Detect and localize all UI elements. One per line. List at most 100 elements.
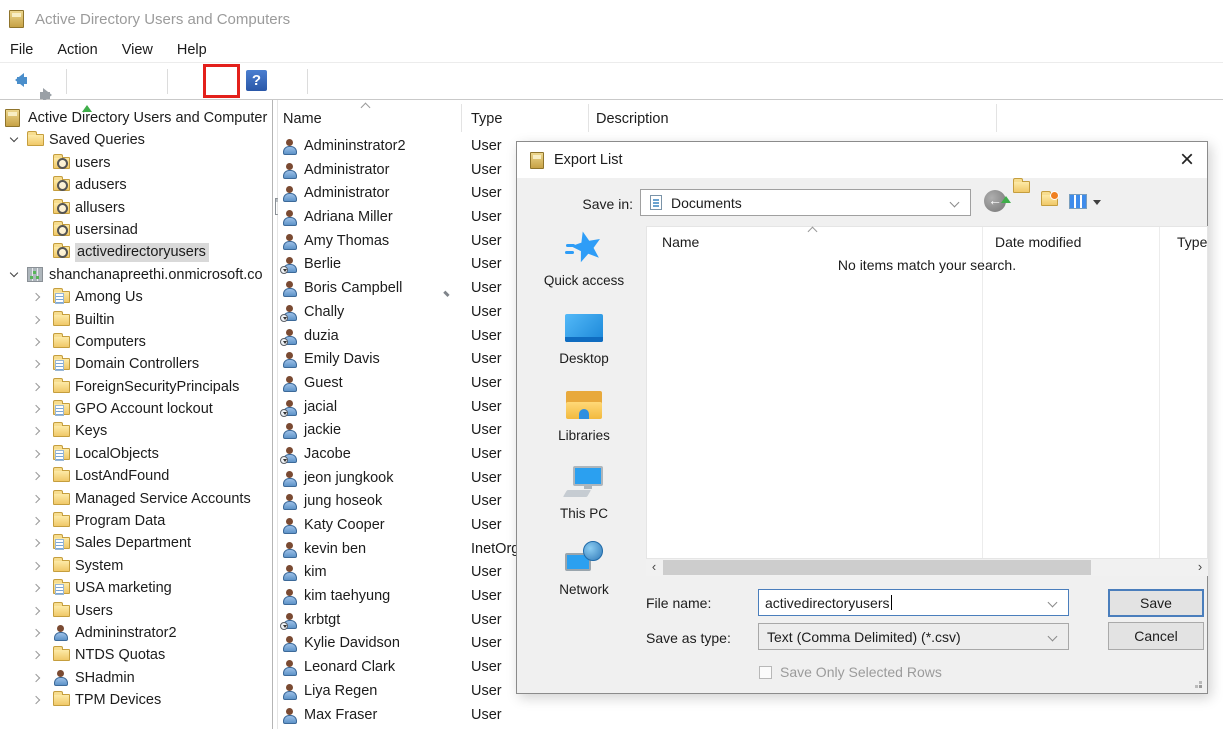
cancel-button[interactable]: Cancel (1108, 622, 1204, 650)
user-icon (282, 329, 297, 344)
chevron-icon[interactable] (32, 629, 40, 637)
chevron-icon[interactable] (32, 450, 40, 458)
chevron-icon[interactable] (32, 562, 40, 570)
resize-grip[interactable] (1199, 685, 1202, 688)
chevron-icon[interactable] (32, 405, 40, 413)
tree-item[interactable]: Domain Controllers (0, 353, 272, 375)
user-icon (282, 636, 297, 651)
new-folder-icon[interactable] (1041, 193, 1058, 211)
tree-item[interactable]: shanchanapreethi.onmicrosoft.co (0, 264, 272, 286)
scroll-left-icon[interactable]: ‹ (646, 559, 662, 576)
chevron-icon[interactable] (32, 472, 40, 480)
view-menu-caret-icon[interactable] (1093, 200, 1101, 209)
chevron-icon[interactable] (32, 651, 40, 659)
user-icon (282, 163, 297, 178)
menu-item[interactable]: Action (57, 42, 97, 58)
save-as-type-dropdown[interactable]: Text (Comma Delimited) (*.csv) (758, 623, 1069, 650)
tree-item[interactable]: Computers (0, 331, 272, 353)
tree-item[interactable]: TPM Devices (0, 689, 272, 711)
chevron-icon[interactable] (10, 134, 18, 142)
documents-icon (650, 195, 662, 210)
menu-item[interactable]: File (10, 42, 33, 58)
chevron-icon[interactable] (32, 382, 40, 390)
column-header-date-modified[interactable]: Date modified (995, 234, 1081, 250)
tree-item[interactable]: Users (0, 600, 272, 622)
tree-item[interactable]: USA marketing (0, 577, 272, 599)
tree-item[interactable]: usersinad (0, 219, 272, 241)
file-name-value: activedirectoryusers (765, 595, 890, 611)
place-libraries[interactable]: Libraries (525, 391, 643, 443)
user-type: User (471, 704, 502, 728)
chevron-icon[interactable] (32, 674, 40, 682)
tree-item-label: Saved Queries (49, 132, 145, 148)
tree-item[interactable]: LocalObjects (0, 443, 272, 465)
disabled-badge-icon (280, 338, 288, 346)
tree-item[interactable]: System (0, 555, 272, 577)
tree-item[interactable]: Among Us (0, 286, 272, 308)
chevron-icon[interactable] (32, 494, 40, 502)
back-icon[interactable] (8, 73, 30, 88)
tree-item[interactable]: Program Data (0, 510, 272, 532)
chevron-icon[interactable] (32, 338, 40, 346)
toolbar-separator (307, 69, 308, 94)
tree-item[interactable]: Managed Service Accounts (0, 488, 272, 510)
file-name-input[interactable]: activedirectoryusers (758, 589, 1069, 616)
chevron-icon[interactable] (32, 696, 40, 704)
chevron-icon[interactable] (32, 517, 40, 525)
tree-item[interactable]: adusers (0, 174, 272, 196)
user-type: User (471, 609, 502, 633)
menu-item[interactable]: Help (177, 42, 207, 58)
user-row[interactable]: Max Fraser User (278, 704, 1223, 728)
tree-item[interactable]: Sales Department (0, 532, 272, 554)
tree-item[interactable]: GPO Account lockout (0, 398, 272, 420)
place-this-pc[interactable]: This PC (525, 466, 643, 521)
user-name: Adriana Miller (304, 209, 393, 225)
tree-item[interactable]: Keys (0, 420, 272, 442)
user-icon (282, 708, 297, 723)
menu-item[interactable]: View (122, 42, 153, 58)
place-desktop[interactable]: Desktop (525, 314, 643, 366)
place-quick-access[interactable]: Quick access (525, 230, 643, 288)
view-menu-icon[interactable] (1069, 194, 1087, 209)
tree-item[interactable]: Saved Queries (0, 129, 272, 151)
chevron-icon[interactable] (32, 315, 40, 323)
dialog-file-list: Name Date modified Type No items match y… (646, 226, 1208, 559)
user-name: Katy Cooper (304, 517, 385, 533)
place-network[interactable]: Network (525, 541, 643, 597)
save-only-selected-rows-checkbox[interactable] (759, 666, 772, 679)
tree-item-icon (53, 246, 70, 258)
chevron-icon[interactable] (10, 268, 18, 276)
tree-item[interactable]: NTDS Quotas (0, 644, 272, 666)
user-name: Amy Thomas (304, 233, 389, 249)
help-icon[interactable]: ? (246, 70, 267, 91)
chevron-icon[interactable] (32, 293, 40, 301)
column-header-name[interactable]: Name (283, 111, 322, 127)
tree-item[interactable]: Active Directory Users and Computer (0, 107, 272, 129)
horizontal-scrollbar[interactable]: ‹ › (646, 559, 1208, 576)
tree-item[interactable]: SHadmin (0, 667, 272, 689)
tree-item[interactable]: allusers (0, 197, 272, 219)
column-header-description[interactable]: Description (596, 111, 669, 127)
scroll-right-icon[interactable]: › (1192, 559, 1208, 576)
close-icon[interactable]: × (1180, 144, 1194, 176)
tree-item[interactable]: Builtin (0, 309, 272, 331)
chevron-icon[interactable] (32, 539, 40, 547)
column-header-name[interactable]: Name (662, 234, 699, 250)
tree-item[interactable]: users (0, 152, 272, 174)
chevron-icon[interactable] (32, 606, 40, 614)
chevron-down-icon (950, 198, 960, 208)
save-button[interactable]: Save (1108, 589, 1204, 617)
tree-item[interactable]: LostAndFound (0, 465, 272, 487)
tree-item[interactable]: Admininstrator2 (0, 622, 272, 644)
chevron-icon[interactable] (32, 427, 40, 435)
user-name: Administrator (304, 162, 389, 178)
chevron-icon[interactable] (32, 360, 40, 368)
tree-item[interactable]: ForeignSecurityPrincipals (0, 376, 272, 398)
save-in-dropdown[interactable]: Documents (640, 189, 971, 216)
column-header-type[interactable]: Type (471, 111, 502, 127)
user-icon (282, 281, 297, 296)
scrollbar-thumb[interactable] (663, 560, 1091, 575)
chevron-icon[interactable] (32, 584, 40, 592)
column-header-type[interactable]: Type (1177, 234, 1207, 250)
tree-item[interactable]: activedirectoryusers (0, 241, 272, 263)
